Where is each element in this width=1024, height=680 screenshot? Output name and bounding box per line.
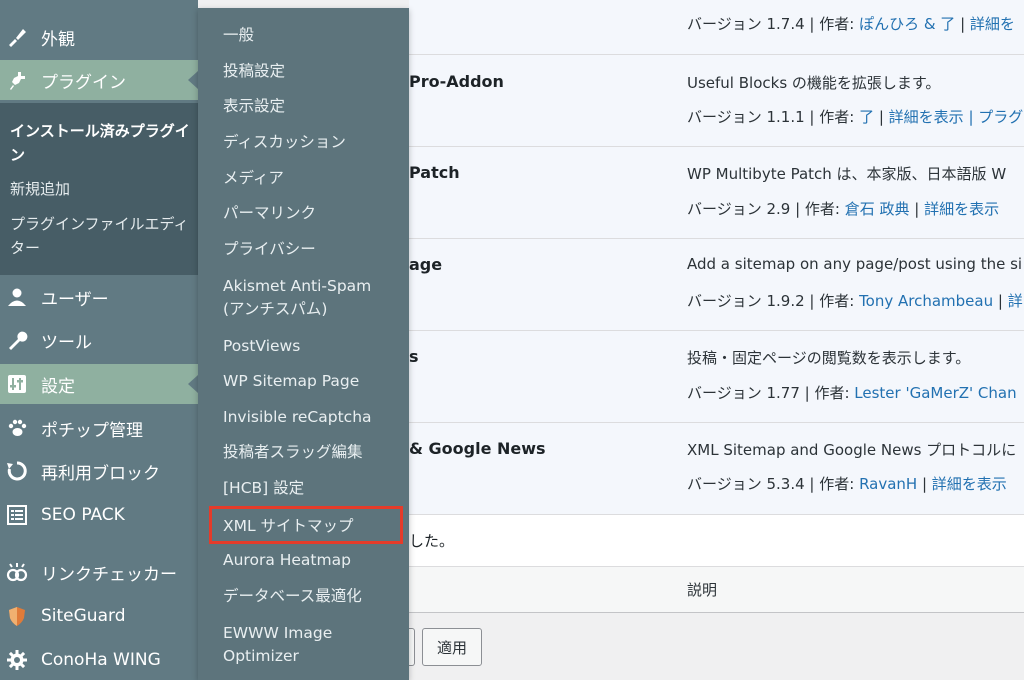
submenu-installed-plugins[interactable]: インストール済みプラグイン (10, 119, 190, 167)
sidebar-item-siteguard[interactable]: SiteGuard (0, 596, 198, 636)
table-row: Patch WP Multibyte Patch は、本家版、日本語版 W バー… (409, 147, 1024, 239)
plugin-description: Add a sitemap on any page/post using the… (687, 255, 1023, 273)
flyout-item-hcb-settings[interactable]: [HCB] 設定 (223, 477, 403, 500)
settings-flyout-menu: 一般 投稿設定 表示設定 ディスカッション メディア パーマリンク プライバシー… (198, 8, 409, 680)
link-checker-icon (6, 561, 28, 583)
author-link[interactable]: 了 (859, 108, 874, 126)
table-row: age Add a sitemap on any page/post using… (409, 239, 1024, 331)
plugin-name[interactable]: Patch (409, 163, 460, 182)
notice-text: した。 (409, 532, 455, 550)
table-row: Pro-Addon Useful Blocks の機能を拡張します。 バージョン… (409, 55, 1024, 147)
admin-sidebar: 外観 プラグイン インストール済みプラグイン 新規追加 プラグインファイルエディ… (0, 0, 198, 680)
plugins-list-area: バージョン 1.7.4 | 作者: ぽんひろ & 了 | 詳細を Pro-Add… (379, 0, 1024, 680)
plugin-meta: バージョン 1.7.4 | 作者: ぽんひろ & 了 | 詳細を (687, 15, 1015, 33)
sidebar-item-label: 設定 (41, 376, 75, 397)
flyout-item-permalinks[interactable]: パーマリンク (223, 202, 403, 225)
sidebar-item-label: リンクチェッカー (41, 564, 177, 585)
sidebar-item-seo-pack[interactable]: SEO PACK (0, 495, 198, 535)
author-link[interactable]: Lester 'GaMerZ' Chan (854, 384, 1016, 402)
user-icon (6, 286, 28, 308)
sidebar-item-appearance[interactable]: 外観 (0, 17, 198, 57)
flyout-item-privacy[interactable]: プライバシー (223, 238, 403, 261)
table-row: s 投稿・固定ページの閲覧数を表示します。 バージョン 1.77 | 作者: L… (409, 331, 1024, 423)
plugin-icon (6, 69, 28, 91)
plugin-meta: バージョン 1.9.2 | 作者: Tony Archambeau | 詳 (687, 292, 1023, 310)
details-link[interactable]: 詳 (1008, 292, 1023, 310)
flyout-item-writing[interactable]: 投稿設定 (223, 60, 403, 83)
details-link[interactable]: 詳細を表示 (889, 108, 964, 126)
sidebar-item-reusable-blocks[interactable]: 再利用ブロック (0, 451, 198, 491)
author-link[interactable]: Tony Archambeau (859, 292, 993, 310)
sidebar-item-conoha-wing[interactable]: ConoHa WING (0, 640, 198, 680)
apply-button[interactable]: 適用 (422, 628, 482, 666)
sidebar-item-label: ポチップ管理 (41, 420, 143, 441)
plugin-meta: バージョン 2.9 | 作者: 倉石 政典 | 詳細を表示 (687, 200, 1000, 218)
sidebar-item-label: SiteGuard (41, 606, 126, 626)
plugin-site-link[interactable]: | プラグ (964, 108, 1023, 126)
author-link[interactable]: ぽんひろ & 了 (859, 15, 955, 33)
plugin-name[interactable]: age (409, 255, 442, 274)
table-footer-header: 説明 (409, 567, 1024, 613)
plugin-meta: バージョン 1.1.1 | 作者: 了 | 詳細を表示 | プラグ (687, 108, 1024, 126)
sidebar-item-label: SEO PACK (41, 505, 125, 525)
sidebar-item-pochipp[interactable]: ポチップ管理 (0, 408, 198, 448)
sidebar-item-plugins[interactable]: プラグイン (0, 60, 198, 100)
sidebar-item-tools[interactable]: ツール (0, 320, 198, 360)
plugin-description: XML Sitemap and Google News プロトコルに (687, 441, 1017, 459)
submenu-plugin-editor[interactable]: プラグインファイルエディター (10, 212, 190, 260)
table-row: バージョン 1.7.4 | 作者: ぽんひろ & 了 | 詳細を (409, 0, 1024, 55)
sidebar-item-label: ConoHa WING (41, 650, 161, 670)
plugin-name[interactable]: & Google News (409, 439, 546, 458)
description-column-header: 説明 (687, 581, 718, 599)
plugins-submenu: インストール済みプラグイン 新規追加 プラグインファイルエディター (0, 103, 198, 275)
flyout-item-reading[interactable]: 表示設定 (223, 95, 403, 118)
flyout-item-ewww[interactable]: EWWW Image Optimizer (223, 622, 363, 668)
author-link[interactable]: 倉石 政典 (845, 200, 910, 218)
details-link[interactable]: 詳細を表示 (932, 475, 1007, 493)
plugin-description: 投稿・固定ページの閲覧数を表示します。 (687, 349, 971, 367)
gear-icon (6, 649, 28, 671)
status-notice: した。 (409, 515, 1024, 567)
plugin-description: Useful Blocks の機能を拡張します。 (687, 74, 941, 92)
sidebar-item-label: 再利用ブロック (41, 463, 160, 484)
paw-icon (6, 417, 28, 439)
plugin-name[interactable]: Pro-Addon (409, 72, 504, 91)
flyout-item-media[interactable]: メディア (223, 167, 403, 190)
flyout-item-invisible-recaptcha[interactable]: Invisible reCaptcha (223, 406, 403, 429)
settings-icon (6, 373, 28, 395)
flyout-item-discussion[interactable]: ディスカッション (223, 131, 403, 154)
flyout-item-akismet[interactable]: Akismet Anti-Spam (アンチスパム) (223, 275, 383, 321)
details-link[interactable]: 詳細を表示 (924, 200, 999, 218)
list-icon (6, 504, 28, 526)
sidebar-item-users[interactable]: ユーザー (0, 277, 198, 317)
flyout-item-author-slug[interactable]: 投稿者スラッグ編集 (223, 441, 403, 464)
flyout-item-db-optimize[interactable]: データベース最適化 (223, 585, 403, 608)
flyout-item-general[interactable]: 一般 (223, 24, 403, 47)
sidebar-item-settings[interactable]: 設定 (0, 364, 198, 404)
sidebar-item-label: ユーザー (41, 289, 109, 310)
wrench-icon (6, 329, 28, 351)
flyout-item-xml-sitemap[interactable]: XML サイトマップ (209, 506, 403, 544)
flyout-item-postviews[interactable]: PostViews (223, 335, 403, 358)
sidebar-item-link-checker[interactable]: リンクチェッカー (0, 552, 198, 592)
submenu-add-new[interactable]: 新規追加 (10, 177, 190, 201)
paintbrush-icon (6, 26, 28, 48)
table-row: & Google News XML Sitemap and Google New… (409, 423, 1024, 515)
reuse-icon (6, 460, 28, 482)
sidebar-item-label: ツール (41, 332, 92, 353)
plugin-meta: バージョン 5.3.4 | 作者: RavanH | 詳細を表示 (687, 475, 1007, 493)
sidebar-item-label: 外観 (41, 29, 75, 50)
details-link[interactable]: 詳細を (970, 15, 1015, 33)
author-link[interactable]: RavanH (859, 475, 917, 493)
plugin-meta: バージョン 1.77 | 作者: Lester 'GaMerZ' Chan (687, 384, 1017, 402)
plugin-description: WP Multibyte Patch は、本家版、日本語版 W (687, 165, 1007, 183)
plugin-name[interactable]: s (409, 347, 419, 366)
flyout-item-wp-sitemap-page[interactable]: WP Sitemap Page (223, 370, 403, 393)
sidebar-item-label: プラグイン (41, 72, 126, 93)
shield-icon (6, 605, 28, 627)
flyout-item-aurora-heatmap[interactable]: Aurora Heatmap (223, 549, 403, 572)
